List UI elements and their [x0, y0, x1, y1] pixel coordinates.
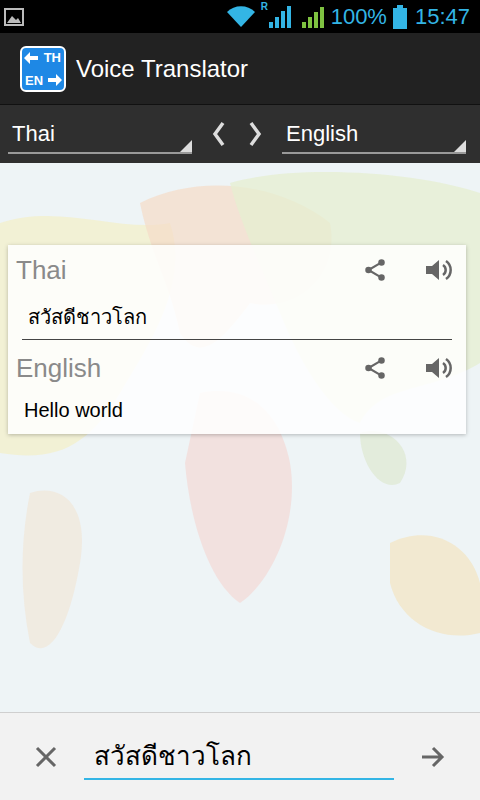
source-result: Thai สวัสดีชาวโลก	[8, 245, 466, 340]
status-bar: R 100% 15:47	[0, 0, 480, 33]
source-language-spinner[interactable]: Thai	[8, 114, 192, 154]
wifi-icon	[227, 6, 255, 28]
arrow-right-icon[interactable]	[420, 745, 446, 769]
translation-card: Thai สวัสดีชาวโลก Eng	[8, 245, 466, 434]
input-bar	[0, 712, 480, 800]
app-title: Voice Translator	[76, 51, 248, 87]
logo-bottom-text: EN	[25, 74, 43, 87]
gallery-icon	[4, 8, 24, 26]
app-screen: R 100% 15:47 TH EN Voice Translator	[0, 0, 480, 800]
result-text-row: สวัสดีชาวโลก	[22, 295, 452, 340]
signal-icon	[301, 6, 325, 28]
result-text: Hello world	[24, 395, 123, 425]
battery-icon	[393, 5, 407, 29]
result-language: English	[16, 349, 362, 388]
result-header: Thai	[16, 245, 458, 295]
speaker-icon[interactable]	[424, 355, 452, 381]
arrow-icon	[48, 74, 62, 86]
map-area: Thai สวัสดีชาวโลก Eng	[0, 163, 480, 712]
chevron-left-icon[interactable]	[211, 121, 227, 147]
roaming-indicator: R	[261, 2, 268, 12]
app-logo[interactable]: TH EN	[20, 46, 66, 92]
mobile-signal: R	[261, 5, 291, 29]
dropdown-icon	[454, 140, 466, 152]
result-text-row: Hello world	[16, 392, 458, 428]
target-language-spinner[interactable]: English	[282, 114, 466, 154]
result-language: Thai	[16, 251, 362, 290]
clear-icon[interactable]	[34, 745, 58, 769]
target-language: English	[286, 117, 358, 150]
text-input[interactable]	[84, 734, 394, 780]
arrow-icon	[24, 52, 38, 64]
logo-top-text: TH	[44, 51, 61, 64]
clock: 15:47	[415, 6, 476, 28]
swap-controls	[192, 121, 282, 147]
chevron-right-icon[interactable]	[247, 121, 263, 147]
dropdown-icon	[180, 140, 192, 152]
share-icon[interactable]	[362, 257, 388, 283]
language-bar: Thai English	[0, 105, 480, 163]
share-icon[interactable]	[362, 355, 388, 381]
result-header: English	[16, 340, 458, 392]
target-result: English Hello world	[8, 340, 466, 434]
app-bar: TH EN Voice Translator	[0, 33, 480, 105]
speaker-icon[interactable]	[424, 257, 452, 283]
battery-level: 100%	[331, 6, 387, 28]
source-language: Thai	[12, 117, 55, 150]
result-text: สวัสดีชาวโลก	[28, 302, 147, 332]
